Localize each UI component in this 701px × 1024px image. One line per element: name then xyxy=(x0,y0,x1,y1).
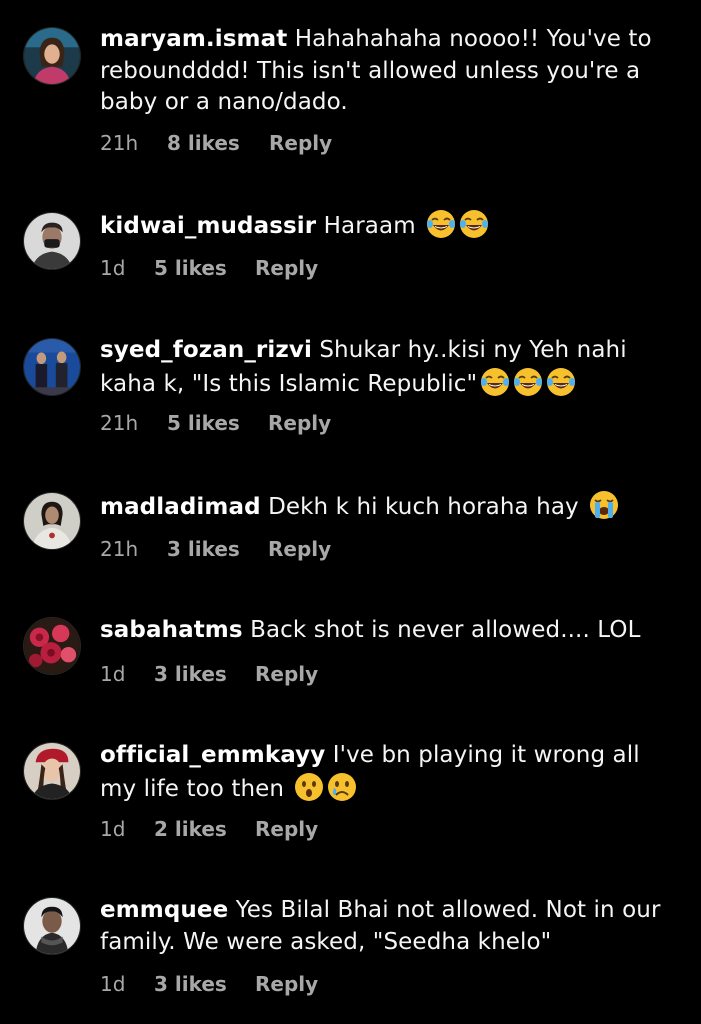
reply-button[interactable]: Reply xyxy=(269,131,332,155)
face-with-tears-of-joy-icon xyxy=(480,367,510,397)
comment-username[interactable]: emmquee xyxy=(100,897,228,923)
comment-likes[interactable]: 3 likes xyxy=(154,972,227,996)
loudly-crying-face-icon xyxy=(589,490,619,520)
comment-likes[interactable]: 5 likes xyxy=(167,411,240,435)
comment-body: madladimad Dekh k hi kuch horaha hay xyxy=(100,490,680,524)
reply-button[interactable]: Reply xyxy=(255,662,318,686)
comment-username[interactable]: kidwai_mudassir xyxy=(100,213,316,239)
avatar[interactable] xyxy=(23,212,81,270)
comment-username[interactable]: madladimad xyxy=(100,494,261,520)
reply-button[interactable]: Reply xyxy=(268,411,331,435)
reply-button[interactable]: Reply xyxy=(255,972,318,996)
comment-text: Haraam xyxy=(323,213,416,239)
avatar[interactable] xyxy=(23,742,81,800)
comment-likes[interactable]: 3 likes xyxy=(167,537,240,561)
avatar-image xyxy=(24,743,80,799)
reply-button[interactable]: Reply xyxy=(255,256,318,280)
comment-username[interactable]: sabahatms xyxy=(100,617,243,643)
face-with-tears-of-joy-icon xyxy=(513,367,543,397)
comment-likes[interactable]: 3 likes xyxy=(154,662,227,686)
comment-body: official_emmkayy I've bn playing it wron… xyxy=(100,740,680,805)
face-with-tears-of-joy-icon xyxy=(459,209,489,239)
comment-likes[interactable]: 2 likes xyxy=(154,817,227,841)
hushed-face-icon xyxy=(294,772,324,802)
reply-button[interactable]: Reply xyxy=(268,537,331,561)
avatar-image xyxy=(24,493,80,549)
comment-body: syed_fozan_rizvi Shukar hy..kisi ny Yeh … xyxy=(100,335,680,400)
avatar[interactable] xyxy=(23,27,81,85)
crying-face-icon xyxy=(327,772,357,802)
face-with-tears-of-joy-icon xyxy=(546,367,576,397)
avatar-image xyxy=(24,28,80,84)
reply-button[interactable]: Reply xyxy=(255,817,318,841)
comment-username[interactable]: syed_fozan_rizvi xyxy=(100,337,312,363)
comment-text: Back shot is never allowed.... LOL xyxy=(250,617,641,643)
avatar-image xyxy=(24,213,80,269)
comment-body: emmquee Yes Bilal Bhai not allowed. Not … xyxy=(100,895,680,958)
comment-body: sabahatms Back shot is never allowed....… xyxy=(100,615,680,647)
avatar-image xyxy=(24,618,80,674)
comment-username[interactable]: maryam.ismat xyxy=(100,26,287,52)
avatar-image xyxy=(24,339,80,395)
comment-text: Dekh k hi kuch horaha hay xyxy=(268,494,579,520)
comment-username[interactable]: official_emmkayy xyxy=(100,742,325,768)
avatar[interactable] xyxy=(23,897,81,955)
comment-body: maryam.ismat Hahahahaha noooo!! You've t… xyxy=(100,24,680,119)
avatar[interactable] xyxy=(23,617,81,675)
comment-likes[interactable]: 8 likes xyxy=(167,131,240,155)
comment-body: kidwai_mudassir Haraam xyxy=(100,209,680,243)
avatar-image xyxy=(24,898,80,954)
comment-likes[interactable]: 5 likes xyxy=(154,256,227,280)
face-with-tears-of-joy-icon xyxy=(426,209,456,239)
avatar[interactable] xyxy=(23,338,81,396)
avatar[interactable] xyxy=(23,492,81,550)
